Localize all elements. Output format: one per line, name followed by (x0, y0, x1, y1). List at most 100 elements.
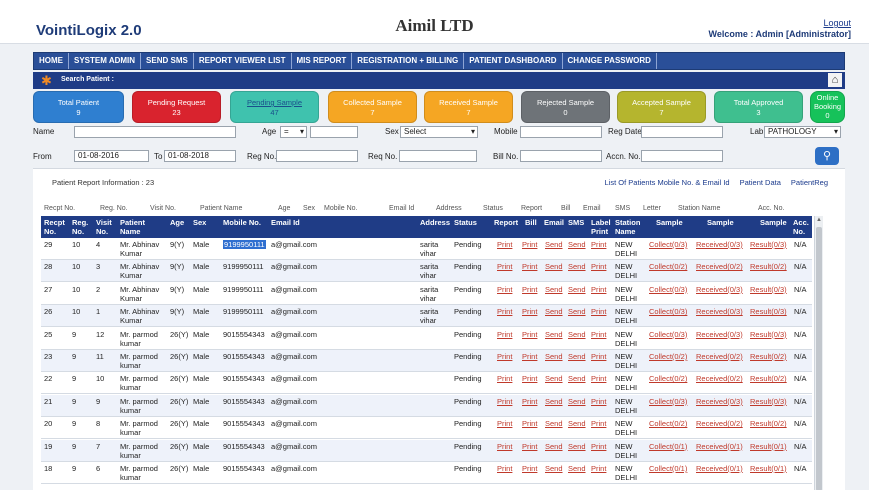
table-row[interactable]: 23 9 11 Mr. parmod kumar 26(Y) Male 90155… (41, 350, 812, 372)
send-email-link[interactable]: Send (545, 285, 563, 294)
sample-result-link[interactable]: Result(0/2) (750, 419, 787, 428)
list-mobile-email-link[interactable]: List Of Patients Mobile No. & Email Id (605, 178, 730, 187)
table-row[interactable]: 29 10 4 Mr. Abhinav Kumar 9(Y) Male 91999… (41, 238, 812, 260)
patient-reg-link[interactable]: PatientReg (791, 178, 828, 187)
col-acc-no[interactable]: Acc. No. (793, 218, 809, 236)
tile-pending-sample[interactable]: Pending Sample 47 (230, 91, 319, 123)
send-email-link[interactable]: Send (545, 330, 563, 339)
col-email-id[interactable]: Email Id (271, 218, 300, 227)
send-email-link[interactable]: Send (545, 419, 563, 428)
sample-result-link[interactable]: Result(0/3) (750, 240, 787, 249)
filter-email[interactable]: Email (583, 205, 601, 212)
sample-collect-link[interactable]: Collect(0/3) (649, 285, 687, 294)
sample-result-link[interactable]: Result(0/3) (750, 397, 787, 406)
nav-patient-dashboard[interactable]: PATIENT DASHBOARD (464, 53, 563, 69)
send-sms-link[interactable]: Send (568, 397, 586, 406)
table-row[interactable]: 18 9 6 Mr. parmod kumar 26(Y) Male 901555… (41, 462, 812, 484)
print-report-link[interactable]: Print (497, 285, 512, 294)
sample-collect-link[interactable]: Collect(0/3) (649, 307, 687, 316)
to-date-input[interactable]: 01-08-2018 (164, 150, 236, 162)
filter-visit-no[interactable]: Visit No. (150, 205, 176, 212)
nav-system-admin[interactable]: SYSTEM ADMIN (69, 53, 142, 69)
filter-mobile-no[interactable]: Mobile No. (324, 205, 357, 212)
sample-received-link[interactable]: Received(0/2) (696, 374, 743, 383)
filter-age[interactable]: Age (278, 205, 290, 212)
filter-patient-name[interactable]: Patient Name (200, 205, 242, 212)
print-report-link[interactable]: Print (497, 374, 512, 383)
sample-received-link[interactable]: Received(0/2) (696, 352, 743, 361)
print-bill-link[interactable]: Print (522, 240, 537, 249)
filter-reg-no[interactable]: Reg. No. (100, 205, 128, 212)
col-recpt-no[interactable]: Recpt No. (44, 218, 65, 236)
sample-collect-link[interactable]: Collect(0/1) (649, 442, 687, 451)
print-bill-link[interactable]: Print (522, 464, 537, 473)
nav-mis-report[interactable]: MIS REPORT (292, 53, 353, 69)
send-sms-link[interactable]: Send (568, 285, 586, 294)
col-sample-result[interactable]: Sample (760, 218, 787, 227)
filter-status[interactable]: Status (483, 205, 503, 212)
filter-sex[interactable]: Sex (303, 205, 315, 212)
filter-acc-no[interactable]: Acc. No. (758, 205, 784, 212)
nav-report-viewer-list[interactable]: REPORT VIEWER LIST (194, 53, 292, 69)
table-row[interactable]: 20 9 8 Mr. parmod kumar 26(Y) Male 901555… (41, 417, 812, 440)
sample-received-link[interactable]: Received(0/3) (696, 397, 743, 406)
print-report-link[interactable]: Print (497, 307, 512, 316)
sample-result-link[interactable]: Result(0/1) (750, 464, 787, 473)
tile-pending-request[interactable]: Pending Request 23 (132, 91, 221, 123)
col-status[interactable]: Status (454, 218, 477, 227)
print-bill-link[interactable]: Print (522, 419, 537, 428)
bill-no-input[interactable] (520, 150, 602, 162)
send-email-link[interactable]: Send (545, 240, 563, 249)
print-bill-link[interactable]: Print (522, 330, 537, 339)
send-sms-link[interactable]: Send (568, 464, 586, 473)
send-sms-link[interactable]: Send (568, 352, 586, 361)
table-row[interactable]: 26 10 1 Mr. Abhinav Kumar 9(Y) Male 91999… (41, 305, 812, 328)
label-print-link[interactable]: Print (591, 419, 606, 428)
col-bill[interactable]: Bill (525, 218, 537, 227)
col-age[interactable]: Age (170, 218, 184, 227)
tile-total-approved[interactable]: Total Approved 3 (714, 91, 803, 123)
sample-received-link[interactable]: Received(0/3) (696, 240, 743, 249)
home-icon[interactable]: ⌂ (828, 73, 842, 87)
search-button[interactable]: ⚲ (815, 147, 839, 165)
col-address[interactable]: Address (420, 218, 450, 227)
print-report-link[interactable]: Print (497, 442, 512, 451)
col-sample-received[interactable]: Sample (707, 218, 734, 227)
col-mobile-no[interactable]: Mobile No. (223, 218, 261, 227)
send-sms-link[interactable]: Send (568, 442, 586, 451)
tile-collected-sample[interactable]: Collected Sample 7 (328, 91, 417, 123)
label-print-link[interactable]: Print (591, 397, 606, 406)
send-sms-link[interactable]: Send (568, 262, 586, 271)
label-print-link[interactable]: Print (591, 374, 606, 383)
reg-date-input[interactable] (641, 126, 723, 138)
label-print-link[interactable]: Print (591, 285, 606, 294)
nav-home[interactable]: HOME (34, 53, 69, 69)
tile-received-sample[interactable]: Received Sample 7 (424, 91, 513, 123)
sample-received-link[interactable]: Received(0/3) (696, 285, 743, 294)
sample-received-link[interactable]: Received(0/2) (696, 262, 743, 271)
send-sms-link[interactable]: Send (568, 307, 586, 316)
tile-rejected-sample[interactable]: Rejected Sample 0 (521, 91, 610, 123)
col-station-name[interactable]: Station Name (615, 218, 640, 236)
send-email-link[interactable]: Send (545, 442, 563, 451)
send-email-link[interactable]: Send (545, 464, 563, 473)
send-email-link[interactable]: Send (545, 262, 563, 271)
filter-address[interactable]: Address (436, 205, 462, 212)
sample-received-link[interactable]: Received(0/1) (696, 442, 743, 451)
table-row[interactable]: 22 9 10 Mr. parmod kumar 26(Y) Male 90155… (41, 372, 812, 395)
col-sample-collect[interactable]: Sample (656, 218, 683, 227)
label-print-link[interactable]: Print (591, 307, 606, 316)
col-sms[interactable]: SMS (568, 218, 584, 227)
req-no-input[interactable] (399, 150, 477, 162)
label-print-link[interactable]: Print (591, 442, 606, 451)
filter-letter[interactable]: Letter (643, 205, 661, 212)
print-report-link[interactable]: Print (497, 419, 512, 428)
age-operator-select[interactable]: = (280, 126, 307, 138)
label-print-link[interactable]: Print (591, 240, 606, 249)
print-report-link[interactable]: Print (497, 397, 512, 406)
send-email-link[interactable]: Send (545, 352, 563, 361)
nav-send-sms[interactable]: SEND SMS (141, 53, 194, 69)
tile-online-booking[interactable]: Online Booking 0 (810, 91, 845, 123)
sample-received-link[interactable]: Received(0/2) (696, 419, 743, 428)
scroll-up-icon[interactable]: ▲ (815, 216, 823, 225)
